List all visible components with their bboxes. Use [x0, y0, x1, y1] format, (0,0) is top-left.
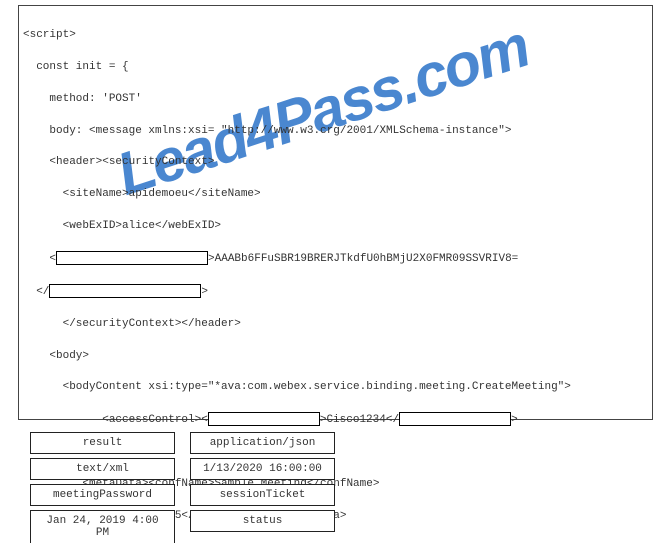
drop-target-1[interactable]: [56, 251, 208, 265]
code-line: <script>: [23, 28, 648, 44]
code-line: <accessControl><>Cisco1234</>: [23, 412, 648, 429]
answer-option-sessionticket[interactable]: sessionTicket: [190, 484, 335, 506]
answer-option-meetingpassword[interactable]: meetingPassword: [30, 484, 175, 506]
code-line: <webExID>alice</webExID>: [23, 219, 648, 235]
answer-column-left: result text/xml meetingPassword Jan 24, …: [30, 432, 175, 543]
code-line: body: <message xmlns:xsi= "http://www.w3…: [23, 124, 648, 140]
code-line: method: 'POST': [23, 92, 648, 108]
code-line: const init = {: [23, 60, 648, 76]
code-block: <script> const init = { method: 'POST' b…: [18, 5, 653, 420]
code-line: </securityContext></header>: [23, 317, 648, 333]
page-root: Lead4Pass.com <script> const init = { me…: [0, 0, 670, 543]
answer-option-jan24[interactable]: Jan 24, 2019 4:00 PM: [30, 510, 175, 543]
code-line: </>: [23, 284, 648, 301]
answer-option-textxml[interactable]: text/xml: [30, 458, 175, 480]
code-line: <bodyContent xsi:type="*ava:com.webex.se…: [23, 380, 648, 396]
code-line: <header><securityContext>: [23, 155, 648, 171]
drop-target-4[interactable]: [399, 412, 511, 426]
drop-target-3[interactable]: [208, 412, 320, 426]
answer-option-result[interactable]: result: [30, 432, 175, 454]
drop-target-2[interactable]: [49, 284, 201, 298]
code-line: <>AAABb6FFuSBR19BRERJTkdfU0hBMjU2X0FMR09…: [23, 251, 648, 268]
code-line: <siteName>apidemoeu</siteName>: [23, 187, 648, 203]
code-line: <body>: [23, 349, 648, 365]
answer-option-status[interactable]: status: [190, 510, 335, 532]
answer-option-applicationjson[interactable]: application/json: [190, 432, 335, 454]
answer-column-right: application/json 1/13/2020 16:00:00 sess…: [190, 432, 335, 536]
answer-option-113-2020[interactable]: 1/13/2020 16:00:00: [190, 458, 335, 480]
